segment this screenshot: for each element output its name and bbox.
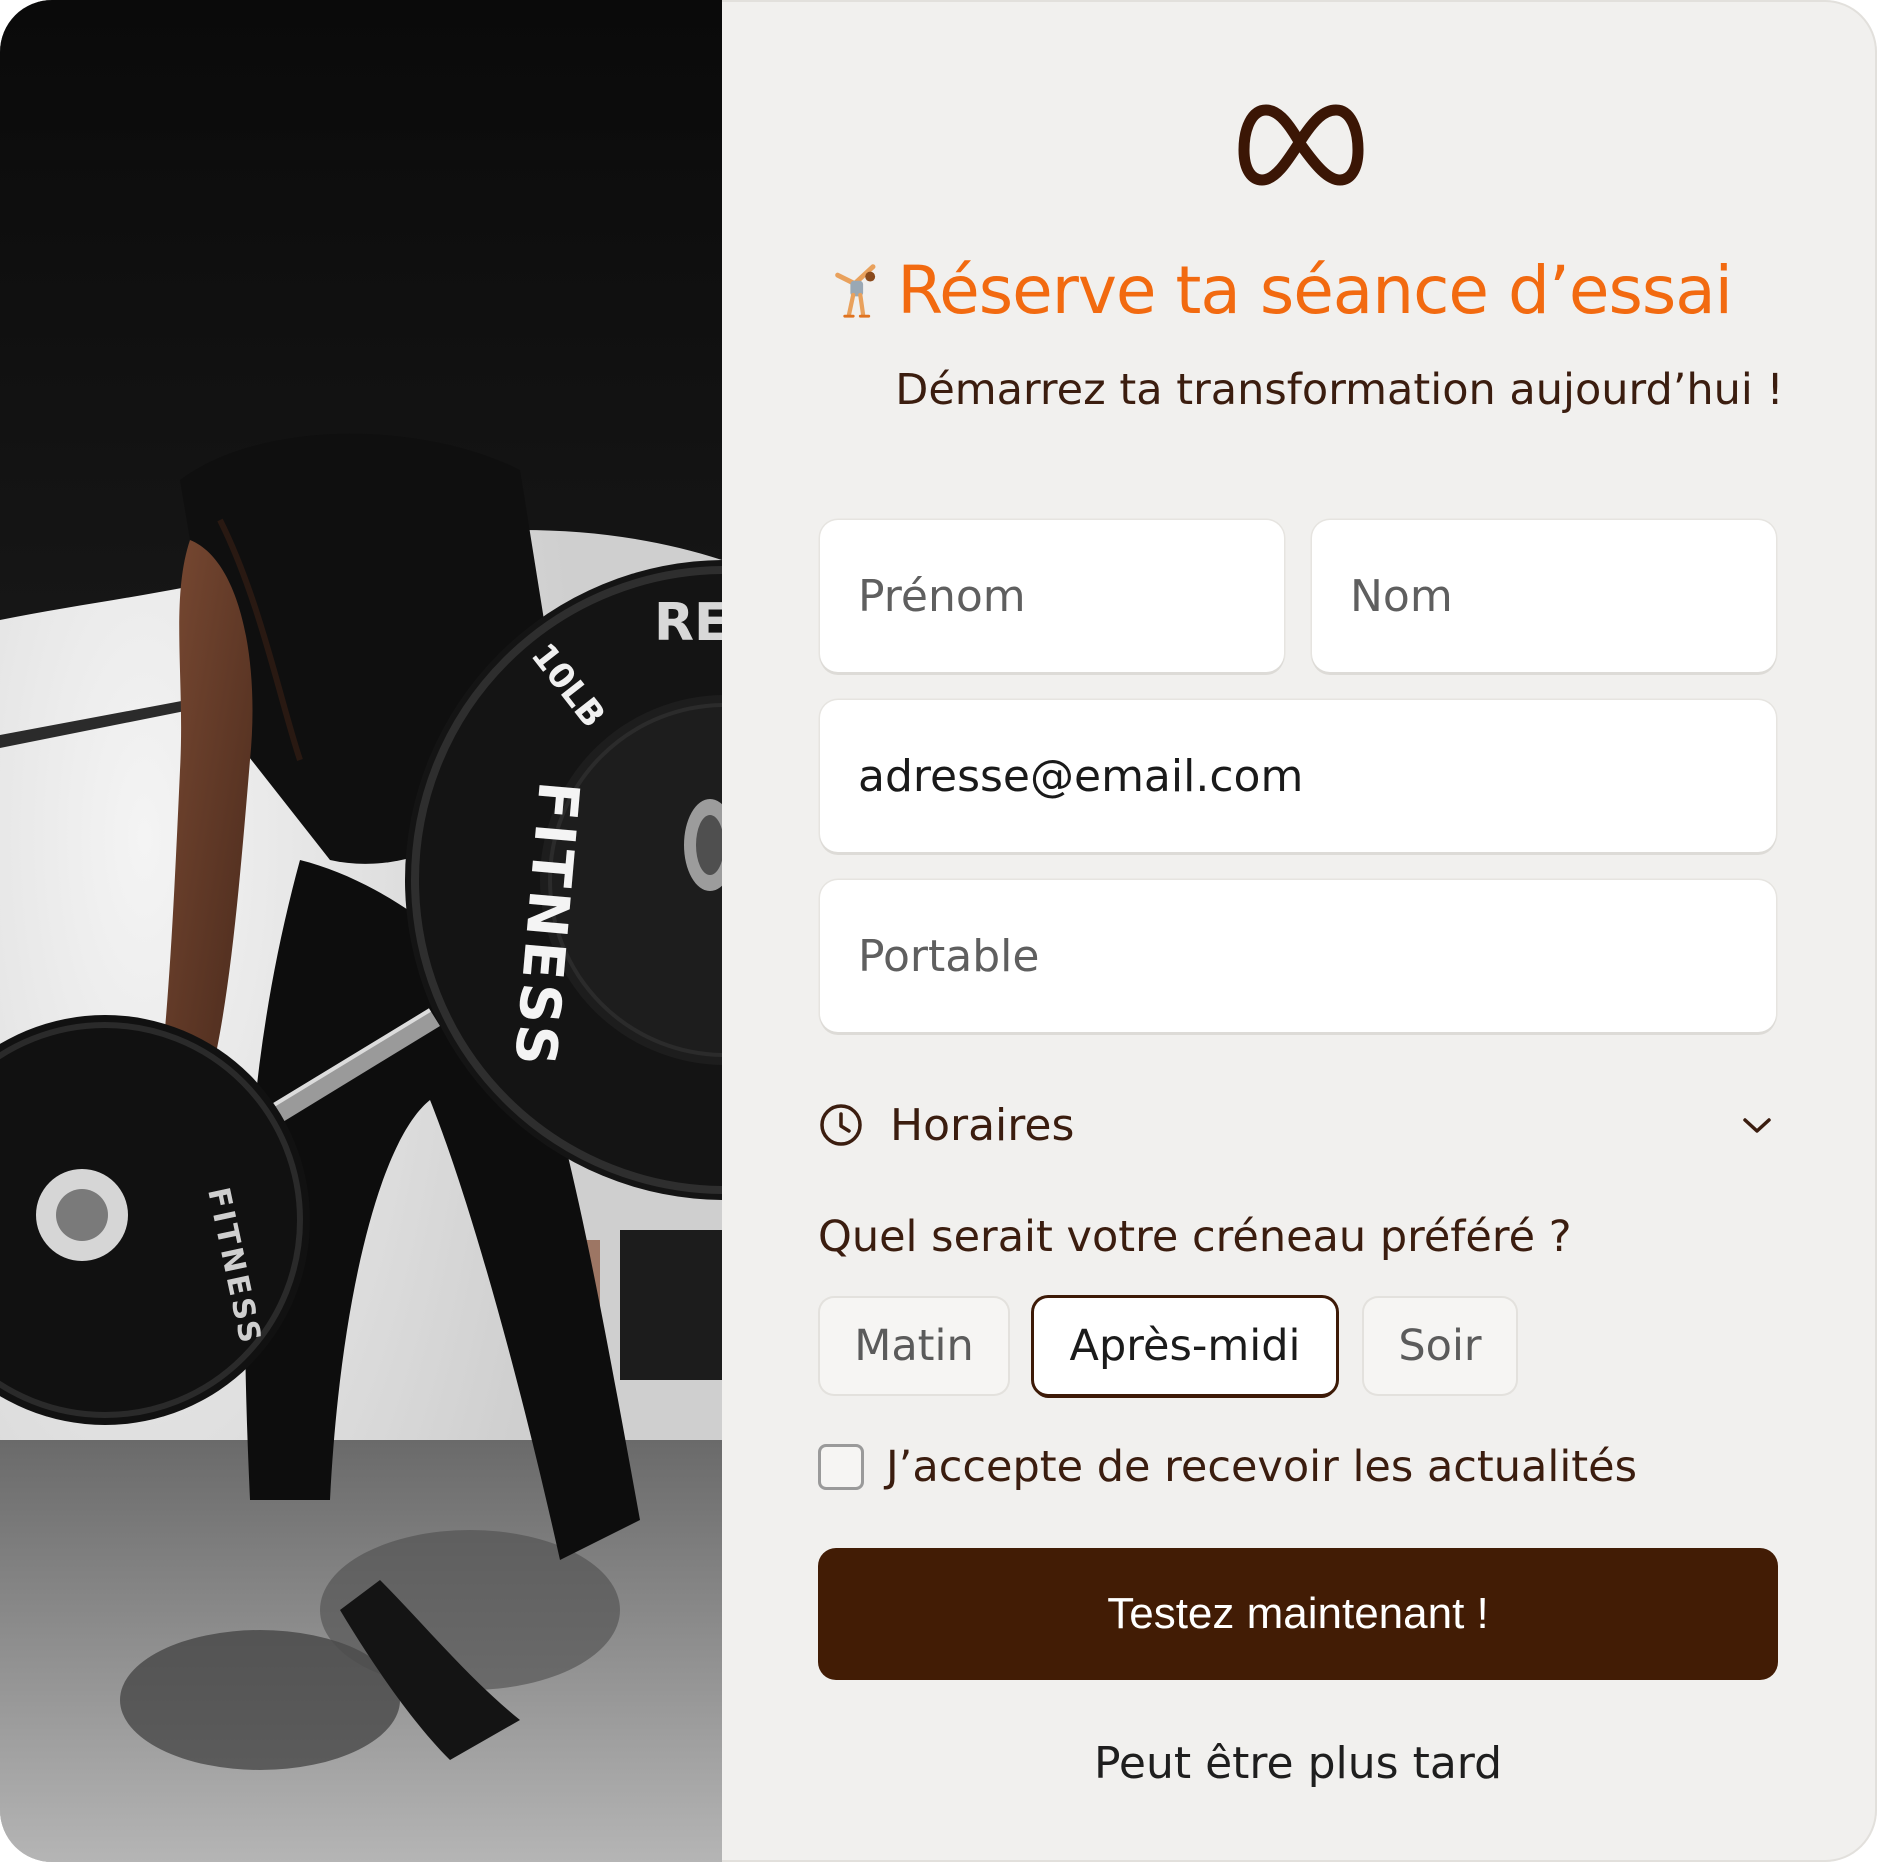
plate-brand-text: RE: [654, 593, 722, 653]
person-cartwheeling-icon: [835, 264, 876, 318]
last-name-field[interactable]: [1312, 520, 1776, 672]
page-subtitle: Démarrez ta transformation aujourd’hui !: [895, 365, 1784, 415]
first-name-input[interactable]: [856, 569, 1284, 623]
schedule-label: Horaires: [890, 1099, 1075, 1151]
first-name-field[interactable]: [820, 520, 1284, 672]
chevron-down-icon[interactable]: [1740, 1113, 1774, 1137]
email-input[interactable]: [856, 749, 1776, 803]
email-field[interactable]: [820, 700, 1776, 852]
consent-checkbox[interactable]: [818, 1444, 864, 1490]
title-row: Réserve ta séance d’essai: [832, 240, 1733, 340]
newsletter-consent[interactable]: J’accepte de recevoir les actualités: [818, 1442, 1637, 1492]
submit-button[interactable]: Testez maintenant !: [818, 1548, 1778, 1680]
slot-option-morning[interactable]: Matin: [820, 1298, 1008, 1394]
slot-option-afternoon[interactable]: Après-midi: [1034, 1298, 1336, 1394]
last-name-input[interactable]: [1348, 569, 1776, 623]
signup-card: RE 10LB FITNESS FITNESS Réserve ta séanc…: [0, 0, 1877, 1862]
hero-photo: RE 10LB FITNESS FITNESS: [0, 0, 722, 1862]
phone-field[interactable]: [820, 880, 1776, 1032]
infinity-logo-icon: [1238, 104, 1364, 186]
phone-input[interactable]: [856, 929, 1776, 983]
signup-form: Réserve ta séance d’essai Démarrez ta tr…: [722, 0, 1877, 1862]
consent-label: J’accepte de recevoir les actualités: [886, 1442, 1638, 1492]
slot-question: Quel serait votre créneau préféré ?: [818, 1212, 1572, 1262]
maybe-later-link[interactable]: Peut être plus tard: [818, 1738, 1778, 1789]
schedule-dropdown[interactable]: Horaires: [818, 1090, 1778, 1160]
clock-icon: [820, 1104, 862, 1146]
page-title: Réserve ta séance d’essai: [897, 251, 1733, 329]
slot-option-evening[interactable]: Soir: [1364, 1298, 1516, 1394]
weightlifting-illustration: RE 10LB FITNESS FITNESS: [0, 0, 722, 1862]
